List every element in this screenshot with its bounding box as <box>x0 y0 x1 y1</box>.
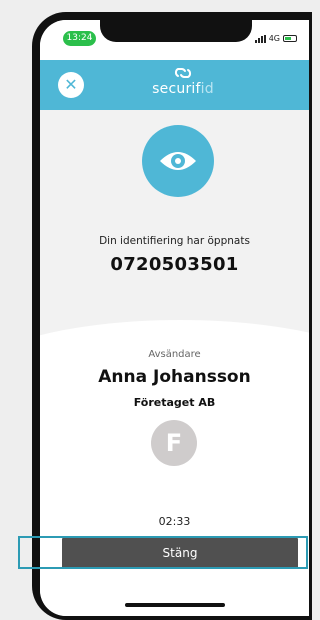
avatar: F <box>151 420 197 466</box>
app-screen: 13:24 4G ✕ securifid Din identifiering h… <box>40 20 309 616</box>
signal-icon <box>254 34 266 43</box>
close-icon[interactable]: ✕ <box>58 72 84 98</box>
sender-label: Avsändare <box>148 349 201 360</box>
app-header: ✕ securifid <box>40 60 309 110</box>
content-card <box>40 320 309 616</box>
logo-text: securifid <box>152 81 214 97</box>
eye-icon <box>142 125 214 197</box>
countdown-timer: 02:33 <box>158 515 191 528</box>
home-indicator[interactable] <box>125 603 225 607</box>
status-time: 13:24 <box>63 31 96 46</box>
identification-opened-label: Din identifiering har öppnats <box>99 235 250 247</box>
sender-name: Anna Johansson <box>98 367 251 387</box>
battery-icon <box>283 35 297 42</box>
highlight-frame <box>18 536 308 569</box>
network-type: 4G <box>268 34 280 43</box>
phone-notch <box>100 20 252 42</box>
sender-company: Företaget AB <box>133 396 216 409</box>
status-indicators: 4G <box>254 31 297 46</box>
phone-number: 0720503501 <box>110 254 239 275</box>
link-icon <box>174 68 192 78</box>
securifid-logo: securifid <box>138 66 228 97</box>
